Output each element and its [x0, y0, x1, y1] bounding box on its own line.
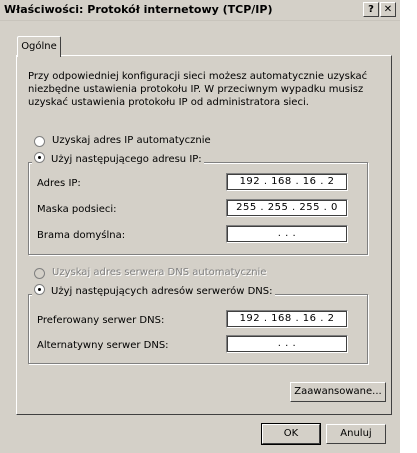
default-gateway-label: Brama domyślna: — [37, 230, 126, 241]
subnet-mask-label: Maska podsieci: — [37, 204, 117, 215]
preferred-dns-label: Preferowany serwer DNS: — [37, 315, 165, 326]
help-button[interactable]: ? — [363, 2, 379, 17]
dns-manual-radio[interactable] — [34, 284, 45, 295]
ip-address-field[interactable]: 192 . 168 . 16 . 2 — [226, 173, 348, 191]
cancel-button[interactable]: Anuluj — [326, 424, 386, 444]
tab-general[interactable]: Ogólne — [17, 36, 61, 57]
alternate-dns-field[interactable]: . . . — [226, 335, 348, 353]
window-title: Właściwości: Protokół internetowy (TCP/I… — [4, 3, 273, 16]
description-text: Przy odpowiedniej konfiguracji sieci moż… — [28, 71, 368, 108]
ip-manual-label[interactable]: Użyj następującego adresu IP: — [51, 154, 202, 165]
ip-manual-option: Użyj następującego adresu IP: — [32, 152, 204, 165]
ip-address-label: Adres IP: — [37, 178, 81, 189]
preferred-dns-field[interactable]: 192 . 168 . 16 . 2 — [226, 310, 348, 328]
properties-dialog: Właściwości: Protokół internetowy (TCP/I… — [0, 0, 400, 453]
default-gateway-field[interactable]: . . . — [226, 225, 348, 243]
dns-auto-label[interactable]: Uzyskaj adres serwera DNS automatycznie — [52, 267, 266, 278]
title-bar: Właściwości: Protokół internetowy (TCP/I… — [0, 0, 400, 21]
ip-auto-radio[interactable] — [34, 136, 45, 147]
dns-server-group — [28, 294, 368, 364]
ok-button[interactable]: OK — [261, 423, 321, 445]
dns-auto-radio[interactable] — [34, 268, 45, 279]
advanced-button[interactable]: Zaawansowane... — [290, 382, 386, 402]
close-button[interactable]: ✕ — [380, 2, 396, 17]
ip-auto-label[interactable]: Uzyskaj adres IP automatycznie — [52, 135, 211, 146]
alternate-dns-label: Alternatywny serwer DNS: — [37, 340, 169, 351]
ip-manual-radio[interactable] — [34, 152, 45, 163]
dns-manual-option: Użyj następujących adresów serwerów DNS: — [32, 284, 275, 297]
subnet-mask-field[interactable]: 255 . 255 . 255 . 0 — [226, 199, 348, 217]
dns-manual-label[interactable]: Użyj następujących adresów serwerów DNS: — [51, 286, 273, 297]
